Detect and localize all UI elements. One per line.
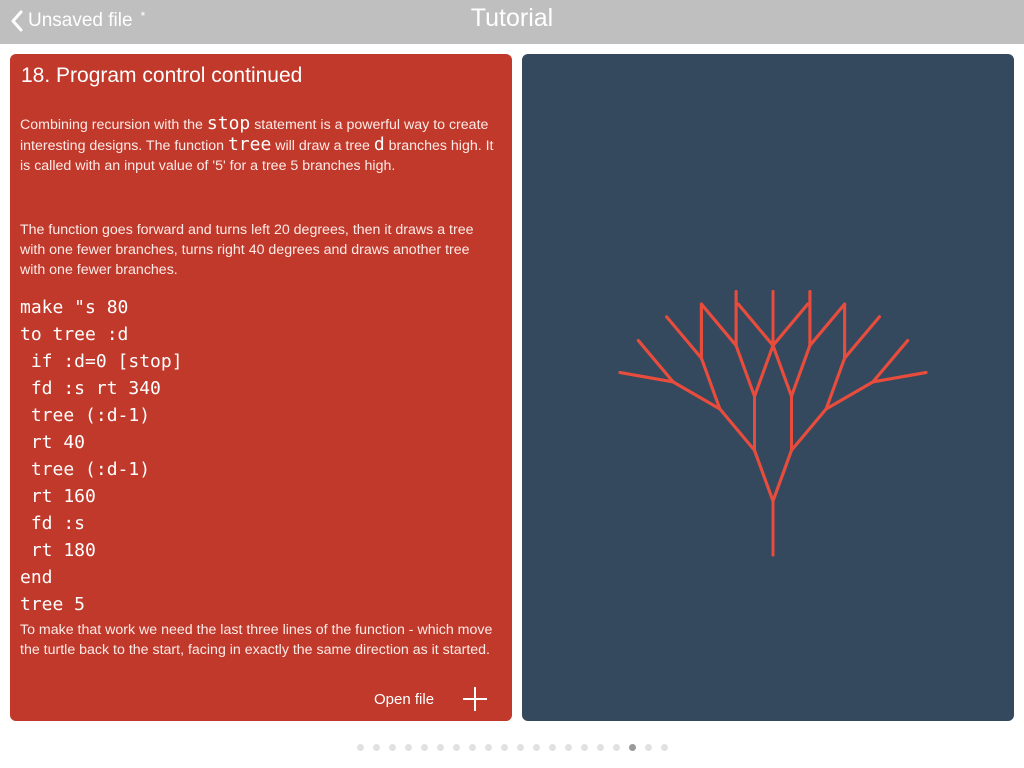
para1-text-1: Combining recursion with the	[20, 117, 207, 133]
tree-branch	[753, 448, 775, 503]
code-line: make "s 80	[20, 297, 129, 318]
code-line: tree (:d-1)	[20, 459, 151, 480]
code-line: fd :s	[20, 513, 86, 534]
page-dot[interactable]	[548, 744, 556, 751]
code-line: tree (:d-1)	[20, 405, 151, 426]
keyword-tree: tree	[227, 134, 272, 155]
page-dot[interactable]	[484, 744, 492, 751]
page-dot[interactable]	[388, 744, 396, 751]
page-dot[interactable]	[420, 744, 428, 751]
lesson-title: 18. Program control continued	[21, 64, 303, 87]
code-line: if :d=0 [stop]	[20, 351, 183, 372]
lesson-paragraph-2: The function goes forward and turns left…	[20, 222, 474, 278]
tree-branch	[843, 315, 881, 360]
page-dot[interactable]	[596, 744, 604, 751]
tree-branch	[790, 344, 812, 398]
keyword-stop: stop	[206, 113, 251, 134]
tree-branch	[771, 344, 793, 398]
keyword-d: d	[373, 134, 385, 155]
page-dot[interactable]	[564, 744, 572, 751]
page-dot[interactable]	[404, 744, 412, 751]
code-line: rt 160	[20, 486, 96, 507]
tree-branch	[771, 302, 810, 347]
tutorial-card: 18. Program control continued Combining …	[10, 54, 512, 721]
open-file-button[interactable]: Open file	[374, 691, 434, 708]
drawing-canvas	[522, 54, 1014, 721]
tree-branch	[734, 344, 756, 398]
tree-branch	[790, 407, 828, 452]
page-dot[interactable]	[468, 744, 476, 751]
page-dot[interactable]	[628, 744, 636, 751]
tree-branch	[808, 302, 847, 347]
code-line: rt 40	[20, 432, 86, 453]
lesson-paragraph-1: Combining recursion with the stop statem…	[20, 114, 498, 176]
page-dot[interactable]	[516, 744, 524, 751]
code-line: tree 5	[20, 594, 86, 615]
page-dot[interactable]	[580, 744, 588, 751]
tree-branch	[753, 344, 775, 398]
page-dot[interactable]	[500, 744, 508, 751]
code-line: rt 180	[20, 540, 96, 561]
code-line: to tree :d	[20, 324, 129, 345]
page-title: Tutorial	[470, 4, 554, 32]
tree-branch	[736, 302, 775, 347]
page-indicator	[0, 744, 1024, 754]
page-dot[interactable]	[356, 744, 364, 751]
lesson-paragraph-3: To make that work we need the last three…	[20, 622, 493, 658]
tree-branch	[771, 448, 793, 503]
code-line: end	[20, 567, 53, 588]
code-line: fd :s rt 340	[20, 378, 161, 399]
page-dot[interactable]	[660, 744, 668, 751]
tree-branch	[718, 407, 756, 452]
tree-drawing	[618, 290, 928, 557]
plus-icon[interactable]	[462, 686, 488, 712]
top-bar: Unsaved file * Tutorial	[0, 0, 1024, 44]
page-dot[interactable]	[372, 744, 380, 751]
tree-branch	[665, 315, 703, 360]
tree-branch	[699, 302, 738, 347]
para1-text-3: will draw a tree	[271, 138, 374, 154]
page-dot[interactable]	[436, 744, 444, 751]
page-dot[interactable]	[612, 744, 620, 751]
page-dot[interactable]	[644, 744, 652, 751]
code-block: make "s 80 to tree :d if :d=0 [stop] fd …	[20, 294, 183, 618]
page-dot[interactable]	[452, 744, 460, 751]
page-dot[interactable]	[532, 744, 540, 751]
